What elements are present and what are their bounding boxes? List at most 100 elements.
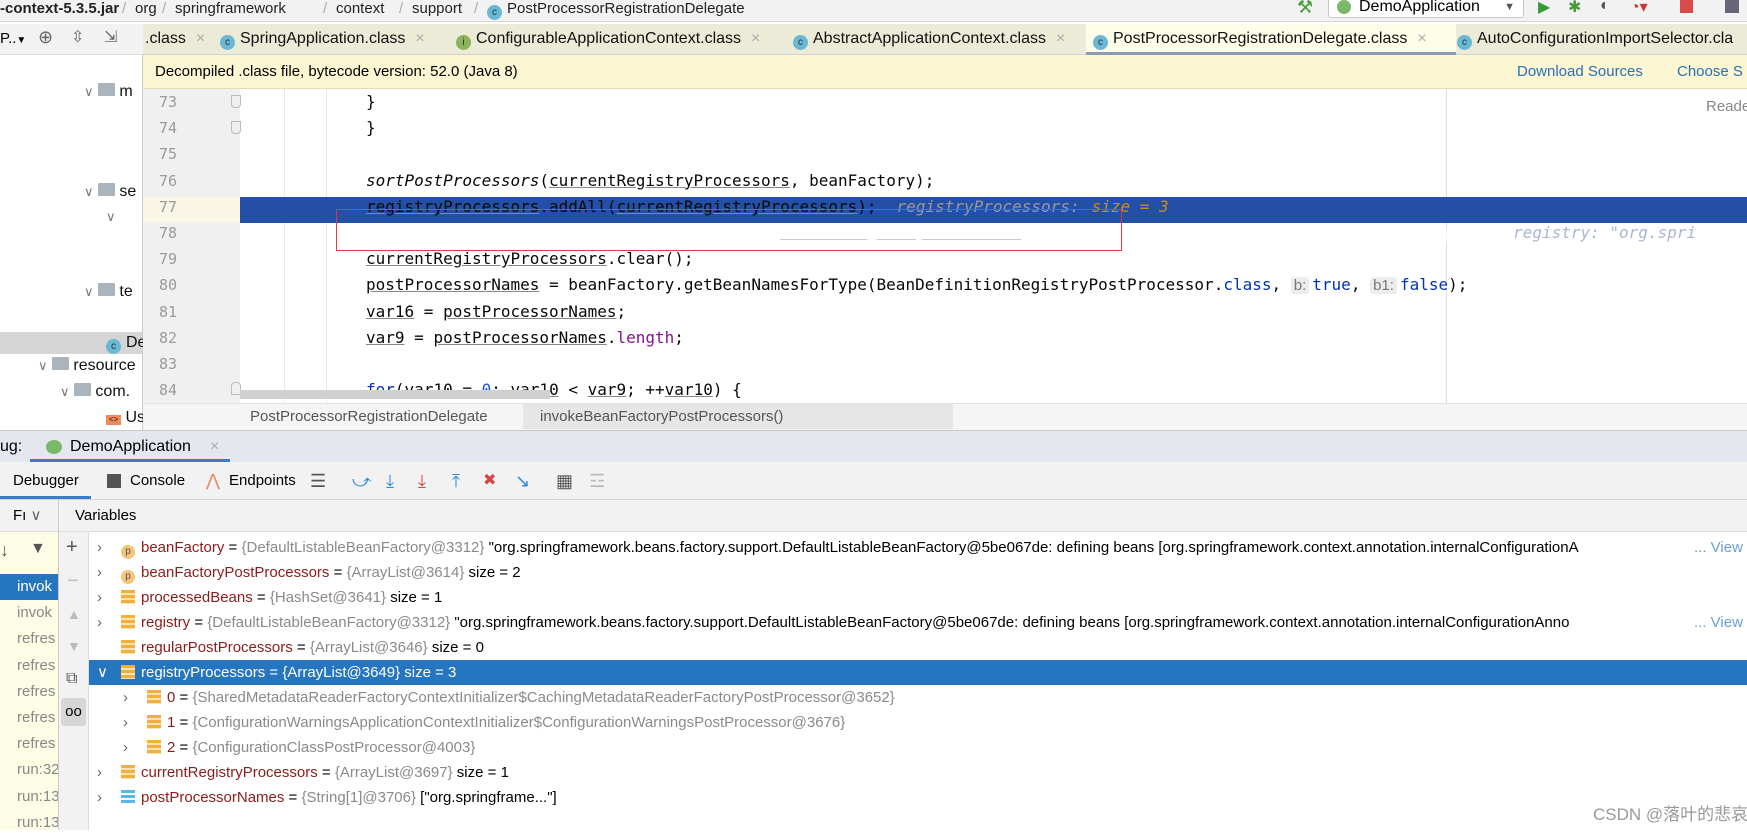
run-icon[interactable]: ▶ [1538, 0, 1550, 17]
remove-watch-icon[interactable]: − [67, 570, 79, 593]
chevron-right-icon[interactable]: › [123, 710, 128, 735]
download-sources-link[interactable]: Download Sources [1517, 63, 1643, 80]
line-number[interactable]: 82 [143, 325, 193, 351]
chevron-right-icon[interactable]: › [97, 610, 102, 635]
code-line[interactable]: sortPostProcessors(currentRegistryProces… [366, 168, 934, 194]
line-number[interactable]: 83 [143, 351, 193, 377]
line-number[interactable]: 77 [143, 194, 193, 220]
chevron-down-icon[interactable]: ∨ [106, 207, 116, 227]
frame-item[interactable]: run:13 [0, 810, 58, 836]
breadcrumb-context[interactable]: context [336, 0, 384, 18]
tree-item-src[interactable]: ∨ se [84, 182, 136, 202]
line-number[interactable]: 84 [143, 377, 193, 403]
breadcrumb-jar[interactable]: -context-5.3.5.jar [0, 0, 119, 18]
line-number[interactable]: 79 [143, 246, 193, 272]
tree-item-test[interactable]: ∨ te [84, 282, 133, 302]
expand-all-icon[interactable]: ⇳ [71, 27, 84, 47]
line-number[interactable]: 81 [143, 299, 193, 325]
close-tab-icon[interactable]: × [1417, 30, 1426, 47]
reader-mode-label[interactable]: Reade [1706, 98, 1747, 115]
close-tab-icon[interactable]: × [751, 30, 760, 47]
tab-5[interactable]: c AutoConfigurationImportSelector.cla [1457, 28, 1733, 50]
fold-marker-icon[interactable] [231, 95, 241, 108]
line-number[interactable]: 75 [143, 141, 193, 167]
move-down-icon[interactable]: ▼ [67, 638, 81, 654]
close-tab-icon[interactable]: × [196, 30, 205, 47]
chevron-right-icon[interactable]: › [97, 585, 102, 610]
project-structure-icon[interactable] [1725, 0, 1739, 13]
chevron-right-icon[interactable]: › [123, 685, 128, 710]
frame-item[interactable]: refres [0, 653, 58, 679]
frame-item[interactable]: run:13 [0, 784, 58, 810]
chevron-right-icon[interactable]: › [97, 560, 102, 585]
line-number[interactable]: 74 [143, 115, 193, 141]
show-execution-point-icon[interactable]: ⤻ [352, 462, 371, 500]
frame-item[interactable]: run:32 [0, 757, 58, 783]
line-number[interactable]: 76 [143, 168, 193, 194]
tree-item-resources[interactable]: ∨ resource [38, 356, 136, 376]
tab-console[interactable]: Console [130, 462, 185, 500]
horizontal-scrollbar[interactable] [240, 390, 550, 399]
menu-icon[interactable]: ☰ [310, 462, 326, 500]
close-tab-icon[interactable]: × [1056, 30, 1065, 47]
code-line[interactable]: var16 = postProcessorNames; [366, 299, 626, 325]
variable-row[interactable]: regularPostProcessors = {ArrayList@3646}… [89, 635, 1747, 660]
frame-item[interactable]: refres [0, 679, 58, 705]
line-number[interactable]: 80 [143, 272, 193, 298]
evaluate-expression-icon[interactable]: ▦ [556, 462, 573, 500]
variable-row[interactable]: ∨ registryProcessors = {ArrayList@3649} s… [89, 660, 1747, 685]
tab-0[interactable]: .class × [145, 28, 205, 50]
tree-item-main[interactable]: ∨ m [84, 82, 133, 102]
profile-icon[interactable]: ◔▾ [1630, 0, 1648, 17]
tab-3[interactable]: c AbstractApplicationContext.class × [793, 28, 1065, 50]
frame-item[interactable]: refres [0, 626, 58, 652]
drop-frame-icon[interactable]: ✖ [483, 462, 496, 500]
variable-row[interactable]: › currentRegistryProcessors = {ArrayList@… [89, 760, 1747, 785]
chevron-right-icon[interactable]: › [123, 735, 128, 760]
tab-4[interactable]: c PostProcessorRegistrationDelegate.class… [1093, 28, 1427, 50]
frame-item[interactable]: invok [0, 574, 58, 600]
breadcrumb-support[interactable]: support [412, 0, 462, 18]
frame-item[interactable]: refres [0, 731, 58, 757]
trace-icon[interactable]: ☲ [589, 462, 605, 500]
frame-item[interactable]: invok [0, 600, 58, 626]
line-number[interactable]: 73 [143, 89, 193, 115]
filter-icon[interactable]: ▼ [30, 540, 46, 558]
code-line[interactable]: } [366, 115, 376, 141]
code-line[interactable]: } [366, 89, 376, 115]
project-view-dropdown[interactable]: P..▼ [0, 28, 26, 52]
frame-item[interactable]: refres [0, 705, 58, 731]
chevron-down-icon[interactable]: ∨ [97, 660, 108, 685]
frames-header[interactable]: Fı ∨ [0, 500, 59, 532]
variable-row[interactable]: › p beanFactoryPostProcessors = {ArrayList… [89, 560, 1747, 585]
sort-down-icon[interactable]: ↓ [0, 540, 9, 561]
tab-debugger[interactable]: Debugger [13, 462, 79, 500]
variable-row[interactable]: › processedBeans = {HashSet@3641} size = … [89, 585, 1747, 610]
force-step-into-icon[interactable]: ⤓ [418, 462, 426, 500]
run-config-dropdown[interactable]: DemoApplication ▼ [1328, 0, 1524, 18]
step-over-icon[interactable]: ⤓ [386, 462, 394, 500]
locate-target-icon[interactable]: ⊕ [38, 27, 53, 48]
line-number[interactable]: 78 [143, 220, 193, 246]
tree-item-demo[interactable]: c De [106, 333, 146, 354]
breadcrumb-current[interactable]: c PostProcessorRegistrationDelegate [487, 0, 745, 20]
collapse-all-icon[interactable]: ⇲ [104, 27, 117, 47]
view-link[interactable]: ... View [1692, 610, 1743, 635]
variable-row[interactable]: › registry = {DefaultListableBeanFactory@… [89, 610, 1747, 635]
code-line[interactable]: var9 = postProcessorNames.length; [366, 325, 684, 351]
chevron-right-icon[interactable]: › [97, 760, 102, 785]
variable-row[interactable]: › 1 = {ConfigurationWarningsApplicationCo… [89, 710, 1747, 735]
variable-row[interactable]: › p beanFactory = {DefaultListableBeanFact… [89, 535, 1747, 560]
tab-2[interactable]: i ConfigurableApplicationContext.class × [456, 28, 760, 50]
move-up-icon[interactable]: ▲ [67, 606, 81, 622]
choose-sources-link[interactable]: Choose S [1677, 63, 1743, 80]
breadcrumb-method[interactable]: invokeBeanFactoryPostProcessors() [523, 404, 953, 429]
step-out-icon[interactable]: ⤒ [452, 462, 460, 500]
debug-icon[interactable]: ✱ [1568, 0, 1581, 17]
close-tab-icon[interactable]: × [415, 30, 424, 47]
tab-endpoints[interactable]: Endpoints [229, 462, 296, 500]
variable-row[interactable]: › 0 = {SharedMetadataReaderFactoryContext… [89, 685, 1747, 710]
fold-marker-icon[interactable] [231, 121, 241, 134]
tree-item-com[interactable]: ∨ com. [60, 382, 130, 402]
breadcrumb-class[interactable]: PostProcessorRegistrationDelegate [250, 404, 488, 430]
